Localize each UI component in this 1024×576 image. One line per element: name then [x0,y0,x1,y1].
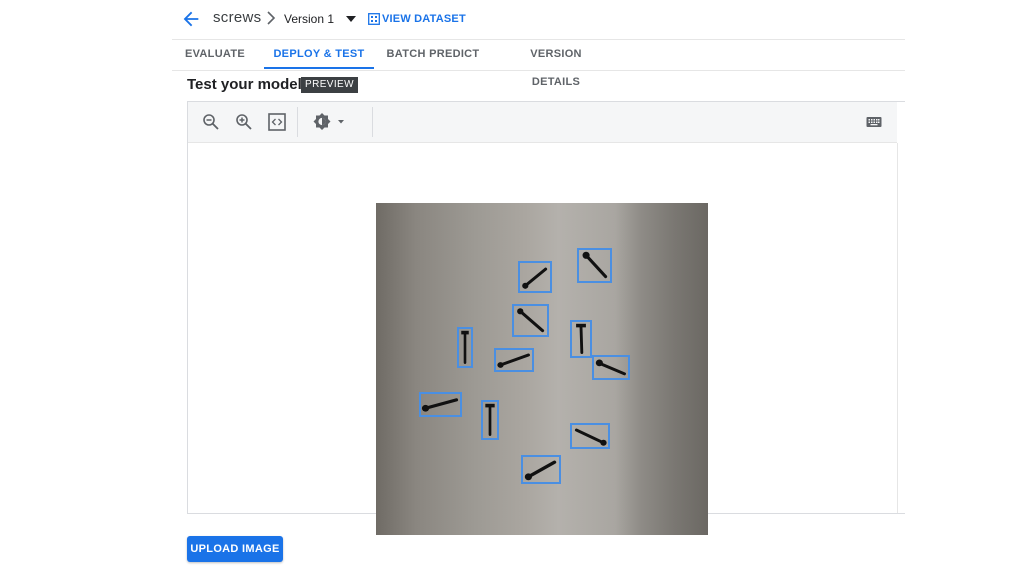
tab-version-details[interactable]: VERSION DETAILS [506,40,606,88]
tab-bar: EVALUATE DEPLOY & TEST BATCH PREDICT VER… [172,40,905,88]
zoom-in-icon[interactable] [234,112,254,132]
zoom-out-icon[interactable] [201,112,221,132]
test-panel [187,101,905,535]
detection-box[interactable] [494,348,534,372]
detection-box[interactable] [518,261,552,293]
chevron-right-icon [267,11,276,25]
detection-box[interactable] [419,392,462,417]
image-canvas[interactable] [188,143,898,535]
version-dropdown[interactable]: Version 1 [284,10,357,28]
view-dataset-link[interactable]: VIEW DATASET [368,10,466,28]
detection-box[interactable] [457,327,473,368]
detection-box[interactable] [570,423,610,449]
dataset-grid-icon [368,13,380,25]
test-image [376,203,708,535]
dataset-name[interactable]: screws [213,9,261,26]
detection-box[interactable] [577,248,612,283]
tab-deploy-test[interactable]: DEPLOY & TEST [264,40,374,69]
toolbar-divider [297,107,298,137]
header-bar: screws Version 1 VIEW DATASET [172,0,905,40]
version-label: Version 1 [284,12,335,26]
detection-box[interactable] [481,400,499,440]
caret-down-icon [346,16,357,22]
detection-box[interactable] [592,355,630,380]
brightness-icon[interactable] [312,112,346,132]
detection-box[interactable] [512,304,549,337]
preview-badge: PREVIEW [301,77,358,93]
page-title: Test your model [187,76,302,93]
view-dataset-label: VIEW DATASET [382,13,466,25]
toolbar-divider [372,107,373,137]
tab-evaluate[interactable]: EVALUATE [176,40,254,69]
detection-box[interactable] [521,455,561,484]
tab-batch-predict[interactable]: BATCH PREDICT [386,40,480,69]
detection-box[interactable] [570,320,592,358]
keyboard-icon[interactable] [864,112,884,132]
fit-to-screen-icon[interactable] [267,112,287,132]
image-toolbar [188,102,897,143]
back-arrow-icon[interactable] [180,8,202,30]
upload-image-button[interactable]: UPLOAD IMAGE [187,536,283,562]
